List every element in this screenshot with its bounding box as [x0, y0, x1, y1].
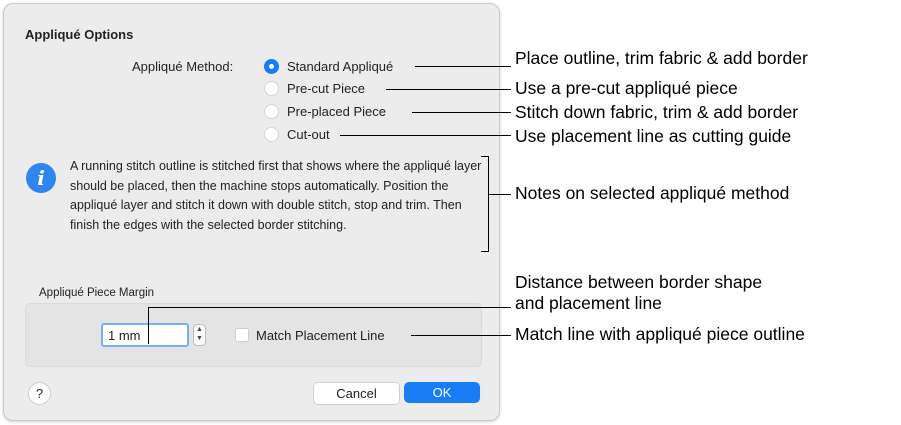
leader-line-distance — [148, 307, 511, 308]
radio-pre-placed-piece[interactable] — [264, 104, 279, 119]
cancel-button[interactable]: Cancel — [313, 382, 400, 405]
callout-distance-line1: Distance between border shape — [515, 272, 763, 292]
callout-notes: Notes on selected appliqué method — [515, 183, 790, 203]
callout-precut: Use a pre-cut appliqué piece — [515, 78, 738, 98]
callout-match: Match line with appliqué piece outline — [515, 324, 805, 344]
leader-line-match — [411, 335, 511, 336]
dialog-title: Appliqué Options — [25, 27, 134, 42]
leader-line-precut — [386, 89, 511, 90]
applique-piece-margin-label: Appliqué Piece Margin — [39, 287, 155, 299]
match-placement-line-label[interactable]: Match Placement Line — [256, 328, 385, 343]
stepper-arrows-icon[interactable]: ▲ ▼ — [193, 324, 206, 346]
radio-label-pre-placed-piece[interactable]: Pre-placed Piece — [287, 104, 386, 119]
info-icon: i — [26, 163, 56, 193]
callout-standard: Place outline, trim fabric & add border — [515, 48, 808, 68]
help-button[interactable]: ? — [28, 382, 51, 405]
callout-distance-line2: and placement line — [515, 293, 662, 313]
leader-line-cutout — [340, 135, 511, 136]
radio-standard-applique[interactable] — [264, 59, 279, 74]
leader-line-notes — [489, 194, 511, 195]
notes-bracket-top — [481, 156, 489, 157]
match-placement-line-checkbox[interactable] — [235, 328, 249, 342]
radio-pre-cut-piece[interactable] — [264, 81, 279, 96]
leader-line-standard — [415, 66, 511, 67]
radio-label-pre-cut-piece[interactable]: Pre-cut Piece — [287, 81, 365, 96]
method-notes: A running stitch outline is stitched fir… — [70, 159, 482, 232]
leader-line-distance-drop — [148, 307, 149, 344]
notes-bracket-bottom — [481, 251, 489, 252]
notes-bracket — [488, 156, 489, 252]
callout-preplaced: Stitch down fabric, trim & add border — [515, 102, 799, 122]
callout-cutout: Use placement line as cutting guide — [515, 126, 792, 146]
margin-input[interactable] — [101, 323, 189, 347]
ok-button[interactable]: OK — [404, 382, 480, 403]
radio-cut-out[interactable] — [264, 127, 279, 142]
leader-line-preplaced — [412, 112, 511, 113]
radio-label-standard-applique[interactable]: Standard Appliqué — [287, 59, 393, 74]
applique-method-label: Appliqué Method: — [132, 59, 234, 74]
radio-label-cut-out[interactable]: Cut-out — [287, 127, 330, 142]
